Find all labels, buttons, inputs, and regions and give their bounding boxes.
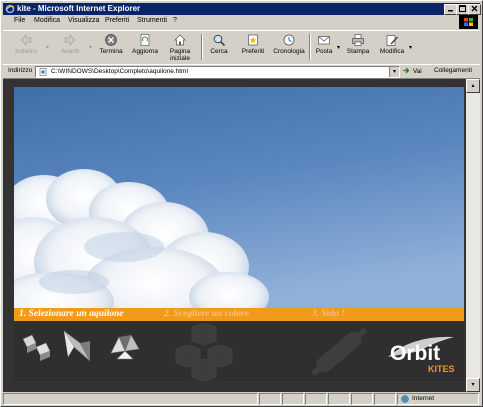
close-icon <box>471 5 478 12</box>
print-button[interactable]: Stampa <box>344 33 372 62</box>
page-content: 1. Selezionare un aquilone 2. Scegliere … <box>3 79 466 392</box>
title-bar: kite - Microsoft Internet Explorer <box>3 3 481 15</box>
close-button[interactable] <box>468 4 481 15</box>
menu-modifica[interactable]: Modifica <box>34 17 60 24</box>
status-pane <box>282 393 304 405</box>
address-bar: Indirizzo C:\WINDOWS\Desktop\Completo\aq… <box>3 64 480 79</box>
menu-help[interactable]: ? <box>173 17 177 24</box>
scroll-down-button[interactable]: ▾ <box>466 378 480 392</box>
status-pane <box>351 393 373 405</box>
home-icon <box>174 34 186 46</box>
mail-button[interactable]: Posta <box>312 33 336 62</box>
kite-option-delta-icon[interactable] <box>60 327 94 365</box>
address-field[interactable]: C:\WINDOWS\Desktop\Completo\aquilone.htm… <box>35 66 400 78</box>
status-text-pane <box>3 393 258 405</box>
favorites-icon <box>248 34 258 46</box>
history-icon <box>283 34 295 46</box>
links-button[interactable]: Collegamenti <box>434 67 472 74</box>
windows-logo-icon <box>464 18 473 26</box>
vertical-scrollbar[interactable]: ▴ ▾ <box>466 79 480 392</box>
search-icon <box>213 34 226 47</box>
kite-option-pyramid-icon[interactable] <box>107 329 143 363</box>
address-label: Indirizzo <box>8 67 33 74</box>
menu-file[interactable]: File <box>14 17 25 24</box>
menu-visualizza[interactable]: Visualizza <box>68 17 99 24</box>
browser-window: kite - Microsoft Internet Explorer File … <box>0 0 483 407</box>
ie-logo-icon <box>5 4 15 14</box>
stop-button[interactable]: Termina <box>95 33 127 62</box>
forward-button[interactable]: Avanti <box>52 33 88 62</box>
status-bar: Internet <box>3 393 480 405</box>
maximize-icon <box>459 5 466 12</box>
mail-dropdown-arrow[interactable]: ▾ <box>337 44 340 51</box>
zone-pane: Internet <box>397 393 479 405</box>
browser-throbber <box>459 15 478 29</box>
page-icon <box>39 68 47 76</box>
home-button[interactable]: Pagina iniziale <box>163 33 197 62</box>
print-icon <box>352 34 364 46</box>
step-1-label[interactable]: 1. Selezionare un aquilone <box>19 309 124 319</box>
mail-icon <box>318 36 330 45</box>
sky-clouds-image <box>14 87 464 313</box>
minimize-icon <box>448 10 453 12</box>
favorites-button[interactable]: Preferiti <box>236 33 270 62</box>
step-3-label: 3. Vola ! <box>312 309 345 319</box>
history-button[interactable]: Cronologia <box>271 33 307 62</box>
menu-strumenti[interactable]: Strumenti <box>137 17 167 24</box>
status-pane <box>374 393 396 405</box>
go-arrow-icon <box>403 67 410 74</box>
toolbar-separator <box>309 34 311 60</box>
scroll-up-button[interactable]: ▴ <box>466 79 480 93</box>
step-2-label: 2. Scegliere un colore <box>164 309 249 319</box>
refresh-button[interactable]: Aggiorna <box>129 33 161 62</box>
kites-logo-text: KITES <box>428 364 455 374</box>
edit-icon <box>386 35 398 46</box>
edit-button[interactable]: Modifica <box>376 33 408 62</box>
status-pane <box>328 393 350 405</box>
address-value[interactable]: C:\WINDOWS\Desktop\Completo\aquilone.htm… <box>51 68 188 75</box>
menu-bar: File Modifica Visualizza Preferiti Strum… <box>3 16 458 27</box>
steps-bar: 1. Selezionare un aquilone 2. Scegliere … <box>14 308 464 321</box>
forward-arrow-icon <box>64 34 76 46</box>
window-title: kite - Microsoft Internet Explorer <box>17 4 141 13</box>
forward-dropdown-arrow[interactable]: ▾ <box>89 44 92 51</box>
menu-preferiti[interactable]: Preferiti <box>105 17 129 24</box>
go-button[interactable]: Vai <box>403 67 422 75</box>
address-dropdown-button[interactable]: ▾ <box>389 67 399 77</box>
refresh-icon <box>140 34 150 46</box>
kite-selection-panel: Orbit KITES <box>14 321 464 381</box>
orbit-kites-logo: Orbit KITES <box>388 336 455 374</box>
search-button[interactable]: Cerca <box>205 33 233 62</box>
edit-dropdown-arrow[interactable]: ▾ <box>409 44 412 51</box>
status-pane <box>305 393 327 405</box>
globe-icon <box>401 395 409 403</box>
zone-label: Internet <box>412 395 435 402</box>
back-arrow-icon <box>20 34 32 46</box>
status-pane <box>259 393 281 405</box>
rolling-pin-kite-image <box>311 328 367 376</box>
kite-option-box-icon[interactable] <box>20 331 54 363</box>
toolbar-separator <box>201 34 203 60</box>
back-dropdown-arrow[interactable]: ▾ <box>46 44 49 51</box>
kite-stack-image <box>175 323 233 381</box>
standard-toolbar: Indietro ▾ Avanti ▾ Termina Aggiorna Pag… <box>3 30 480 65</box>
stop-icon <box>105 34 117 46</box>
back-button[interactable]: Indietro <box>7 33 45 62</box>
orbit-logo-text: Orbit <box>390 342 440 365</box>
